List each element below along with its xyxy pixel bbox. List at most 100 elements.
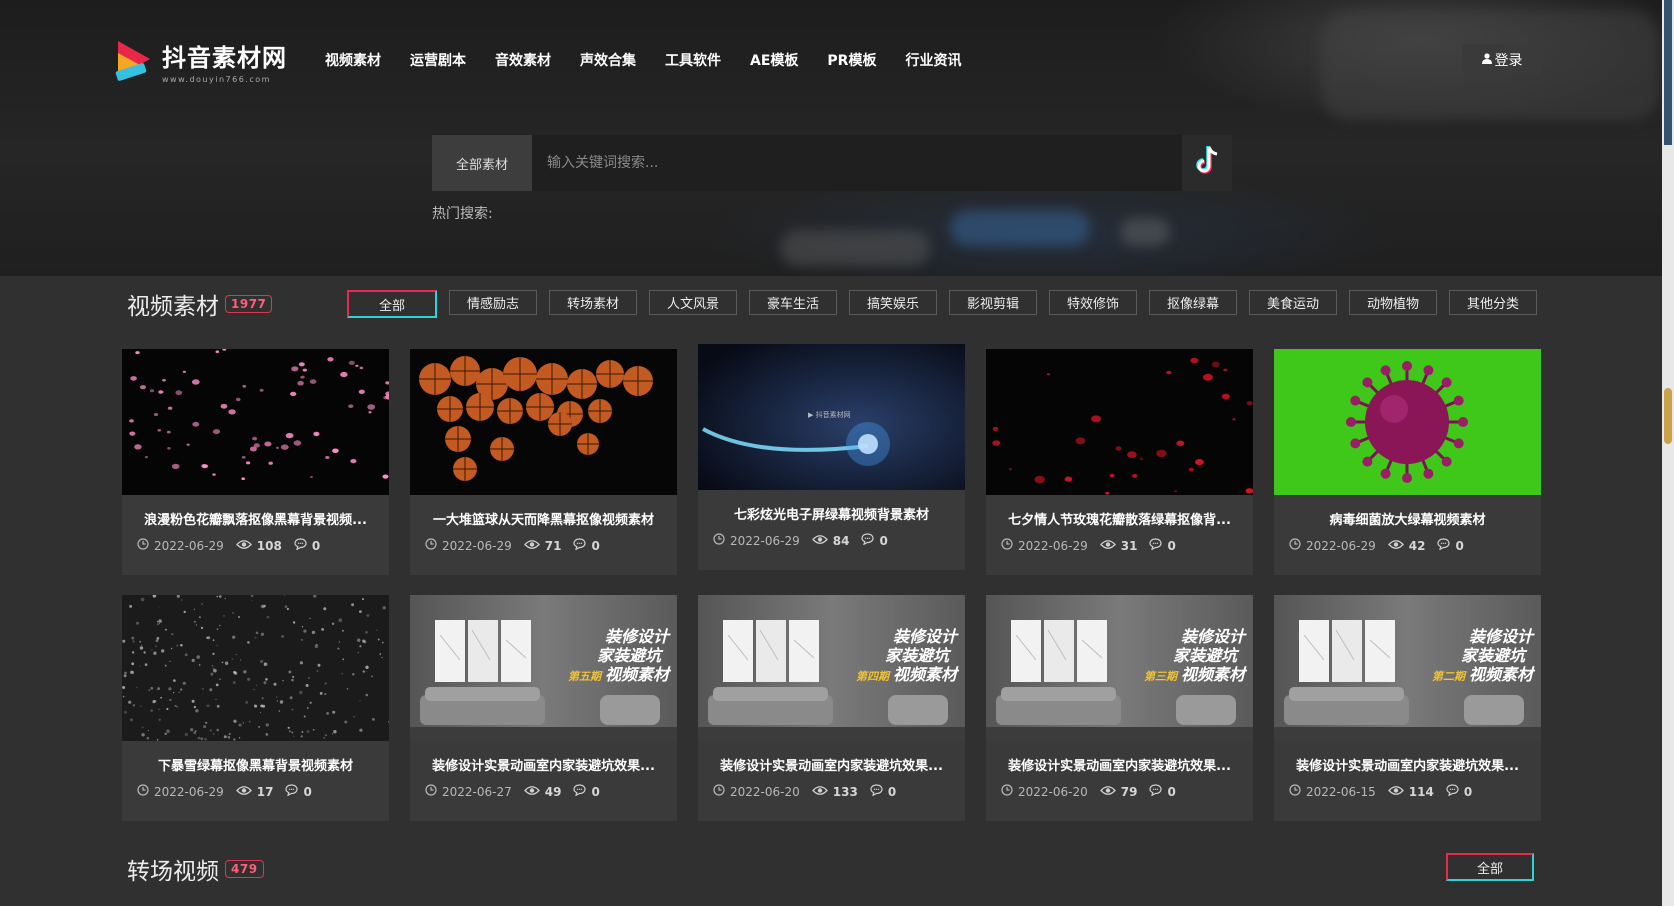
hero-bg-blur bbox=[780, 230, 930, 266]
video-thumbnail[interactable] bbox=[122, 349, 389, 495]
video-title[interactable]: 病毒细菌放大绿幕视频素材 bbox=[1274, 509, 1541, 528]
thumb-overlay-line3: 视频素材 bbox=[892, 665, 957, 684]
filter-all-transition[interactable]: 全部 bbox=[1446, 853, 1534, 881]
video-thumbnail[interactable]: 装修设计 家装避坑 第四期 视频素材 bbox=[698, 595, 965, 741]
video-title[interactable]: 浪漫粉色花瓣飘落抠像黑幕背景视频... bbox=[122, 509, 389, 528]
thumb-overlay-line1: 装修设计 bbox=[604, 627, 669, 646]
video-meta: 2022-06-15 114 0 bbox=[1274, 784, 1541, 799]
video-card[interactable]: ▶ 抖音素材网 七彩炫光电子屏绿幕视频背景素材 2022-06-29 84 0 bbox=[698, 344, 965, 570]
thumb-overlay-issue: 第五期 bbox=[567, 670, 601, 683]
video-thumbnail[interactable] bbox=[1274, 349, 1541, 495]
filter-greenscreen[interactable]: 抠像绿幕 bbox=[1149, 290, 1237, 315]
thumb-overlay-line2: 家装避坑 bbox=[596, 646, 661, 665]
view-count: 71 bbox=[544, 538, 562, 553]
nav-item-video[interactable]: 视频素材 bbox=[325, 50, 381, 70]
filter-emotion[interactable]: 情感励志 bbox=[449, 290, 537, 315]
nav-item-ae[interactable]: AE模板 bbox=[750, 50, 798, 70]
video-title[interactable]: 七夕情人节玫瑰花瓣散落绿幕抠像背... bbox=[986, 509, 1253, 528]
video-title[interactable]: 七彩炫光电子屏绿幕视频背景素材 bbox=[698, 504, 965, 523]
video-title[interactable]: 下暴雪绿幕抠像黑幕背景视频素材 bbox=[122, 755, 389, 774]
video-card[interactable]: 装修设计 家装避坑 第二期 视频素材 装修设计实景动画室内家装避坑效果... 20… bbox=[1274, 595, 1541, 821]
video-date: 2022-06-20 bbox=[1018, 784, 1088, 799]
view-count: 79 bbox=[1120, 784, 1138, 799]
video-card[interactable]: 病毒细菌放大绿幕视频素材 2022-06-29 42 0 bbox=[1274, 349, 1541, 575]
video-thumbnail[interactable] bbox=[122, 595, 389, 741]
search-button[interactable] bbox=[1182, 135, 1232, 191]
nav-item-audio[interactable]: 音效素材 bbox=[495, 50, 551, 70]
filter-luxury[interactable]: 豪车生活 bbox=[749, 290, 837, 315]
comment-icon bbox=[294, 538, 307, 553]
logo-title: 抖音素材网 bbox=[162, 44, 287, 72]
filter-effects[interactable]: 特效修饰 bbox=[1049, 290, 1137, 315]
video-card[interactable]: 下暴雪绿幕抠像黑幕背景视频素材 2022-06-29 17 0 bbox=[122, 595, 389, 821]
video-date: 2022-06-29 bbox=[1306, 538, 1376, 553]
video-thumbnail[interactable]: ▶ 抖音素材网 bbox=[698, 344, 965, 490]
eye-icon bbox=[1387, 785, 1404, 799]
video-thumbnail[interactable]: 装修设计 家装避坑 第二期 视频素材 bbox=[1274, 595, 1541, 741]
site-logo[interactable]: 抖音素材网 www.douyin766.com bbox=[114, 38, 287, 84]
video-card[interactable]: 七夕情人节玫瑰花瓣散落绿幕抠像背... 2022-06-29 31 0 bbox=[986, 349, 1253, 575]
search-input[interactable] bbox=[532, 135, 1182, 191]
nav-item-pr[interactable]: PR模板 bbox=[827, 50, 876, 70]
eye-icon bbox=[1099, 539, 1116, 553]
video-card[interactable]: 装修设计 家装避坑 第三期 视频素材 装修设计实景动画室内家装避坑效果... 20… bbox=[986, 595, 1253, 821]
video-title[interactable]: 一大堆篮球从天而降黑幕抠像视频素材 bbox=[410, 509, 677, 528]
filter-all[interactable]: 全部 bbox=[347, 290, 437, 318]
filter-scenery[interactable]: 人文风景 bbox=[649, 290, 737, 315]
comment-count: 0 bbox=[311, 538, 321, 553]
video-meta: 2022-06-29 71 0 bbox=[410, 538, 677, 553]
clock-icon bbox=[1001, 538, 1013, 553]
video-thumbnail[interactable]: 装修设计 家装避坑 第五期 视频素材 bbox=[410, 595, 677, 741]
clock-icon bbox=[1001, 784, 1013, 799]
thumb-overlay-line3: 视频素材 bbox=[1180, 665, 1245, 684]
video-title[interactable]: 装修设计实景动画室内家装避坑效果... bbox=[698, 755, 965, 774]
eye-icon bbox=[1387, 539, 1404, 553]
nav-item-script[interactable]: 运营剧本 bbox=[410, 50, 466, 70]
filter-funny[interactable]: 搞笑娱乐 bbox=[849, 290, 937, 315]
thumb-overlay-line3: 视频素材 bbox=[1468, 665, 1533, 684]
thumb-overlay-issue: 第二期 bbox=[1431, 670, 1465, 683]
view-count: 114 bbox=[1408, 784, 1434, 799]
comment-count: 0 bbox=[1463, 784, 1473, 799]
page-scrollbar[interactable] bbox=[1662, 0, 1674, 906]
view-count: 31 bbox=[1120, 538, 1138, 553]
user-icon bbox=[1481, 52, 1492, 68]
video-card[interactable]: 装修设计 家装避坑 第五期 视频素材 装修设计实景动画室内家装避坑效果... 20… bbox=[410, 595, 677, 821]
filter-transition[interactable]: 转场素材 bbox=[549, 290, 637, 315]
filter-film[interactable]: 影视剪辑 bbox=[949, 290, 1037, 315]
video-thumbnail[interactable]: 装修设计 家装避坑 第三期 视频素材 bbox=[986, 595, 1253, 741]
thumb-overlay-line3: 视频素材 bbox=[604, 665, 669, 684]
hot-search-label: 热门搜索: bbox=[432, 206, 493, 222]
video-meta: 2022-06-27 49 0 bbox=[410, 784, 677, 799]
nav-item-news[interactable]: 行业资讯 bbox=[905, 50, 961, 70]
thumb-overlay-issue: 第四期 bbox=[855, 670, 889, 683]
filter-other[interactable]: 其他分类 bbox=[1449, 290, 1537, 315]
search-bar: 全部素材 bbox=[432, 135, 1232, 191]
login-button[interactable]: 登录 bbox=[1462, 44, 1542, 75]
eye-icon bbox=[235, 785, 252, 799]
video-card[interactable]: 浪漫粉色花瓣飘落抠像黑幕背景视频... 2022-06-29 108 0 bbox=[122, 349, 389, 575]
video-thumbnail[interactable] bbox=[986, 349, 1253, 495]
video-title[interactable]: 装修设计实景动画室内家装避坑效果... bbox=[410, 755, 677, 774]
scrollbar-thumb[interactable] bbox=[1664, 388, 1672, 444]
eye-icon bbox=[811, 534, 828, 548]
clock-icon bbox=[425, 784, 437, 799]
video-meta: 2022-06-29 108 0 bbox=[122, 538, 389, 553]
video-card[interactable]: 装修设计 家装避坑 第四期 视频素材 装修设计实景动画室内家装避坑效果... 20… bbox=[698, 595, 965, 821]
filter-animal-plant[interactable]: 动物植物 bbox=[1349, 290, 1437, 315]
video-title[interactable]: 装修设计实景动画室内家装避坑效果... bbox=[1274, 755, 1541, 774]
comment-icon bbox=[573, 538, 587, 553]
video-thumbnail[interactable] bbox=[410, 349, 677, 495]
view-count: 49 bbox=[544, 784, 562, 799]
login-label: 登录 bbox=[1494, 52, 1523, 69]
filter-food-sport[interactable]: 美食运动 bbox=[1249, 290, 1337, 315]
video-title[interactable]: 装修设计实景动画室内家装避坑效果... bbox=[986, 755, 1253, 774]
eye-icon bbox=[523, 539, 540, 553]
nav-item-sfx[interactable]: 声效合集 bbox=[580, 50, 636, 70]
tiktok-icon bbox=[1192, 144, 1222, 182]
search-category-select[interactable]: 全部素材 bbox=[432, 135, 532, 191]
nav-item-tools[interactable]: 工具软件 bbox=[665, 50, 721, 70]
clock-icon bbox=[713, 784, 725, 799]
video-card[interactable]: 一大堆篮球从天而降黑幕抠像视频素材 2022-06-29 71 0 bbox=[410, 349, 677, 575]
comment-icon bbox=[285, 784, 299, 799]
